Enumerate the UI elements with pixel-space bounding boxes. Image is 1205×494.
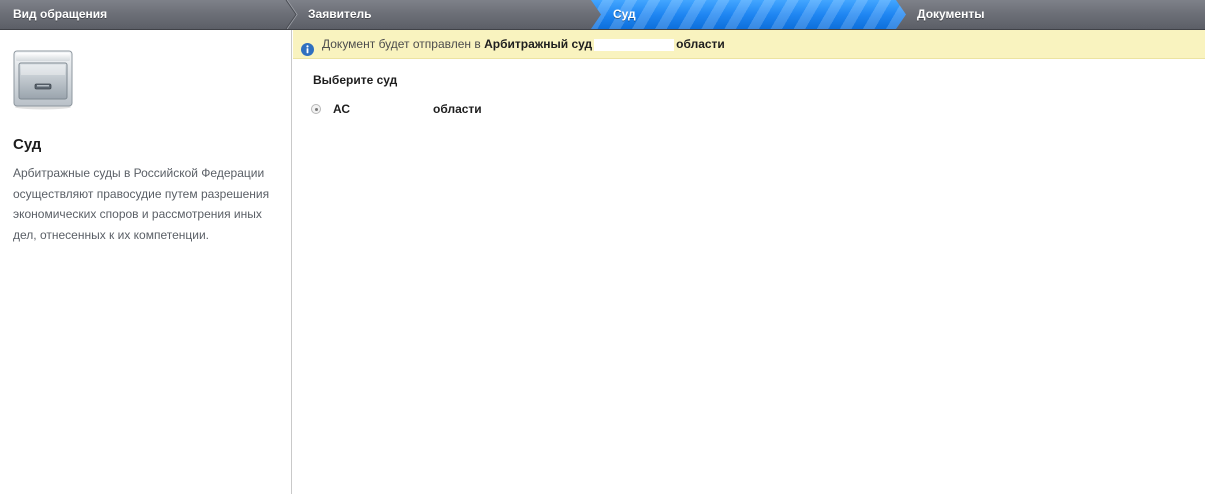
- step-label: Документы: [917, 7, 985, 21]
- step-applicant[interactable]: Заявитель: [308, 0, 578, 29]
- court-select-label: Выберите суд: [313, 73, 398, 87]
- left-info-panel: Суд Арбитражные суды в Российской Федера…: [0, 30, 292, 494]
- court-option-label-start[interactable]: АС: [333, 102, 350, 116]
- info-icon: [301, 38, 314, 56]
- info-court-prefix: Арбитражный суд: [484, 37, 593, 51]
- step-documents[interactable]: Документы: [917, 0, 1187, 29]
- info-notice-text: Документ будет отправлен в Арбитражный с…: [322, 30, 725, 59]
- radio-selected-dot: [314, 107, 318, 111]
- step-label: Вид обращения: [13, 7, 108, 21]
- step-request-type[interactable]: Вид обращения: [13, 0, 283, 29]
- main-content: Документ будет отправлен в Арбитражный с…: [293, 30, 1205, 494]
- section-title: Суд: [13, 136, 42, 153]
- court-option-label-end[interactable]: области: [433, 102, 482, 116]
- info-prefix: Документ будет отправлен в: [322, 37, 481, 51]
- info-notice-bar: Документ будет отправлен в Арбитражный с…: [293, 30, 1205, 59]
- step-label: Заявитель: [308, 7, 372, 21]
- wizard-step-bar: Вид обращения Заявитель Суд Документы: [0, 0, 1205, 30]
- step-label: Суд: [613, 7, 636, 21]
- file-cabinet-icon: [12, 48, 74, 110]
- info-court-suffix: области: [676, 37, 725, 51]
- redacted-region: [594, 38, 675, 51]
- section-description: Арбитражные суды в Российской Федерации …: [13, 166, 270, 242]
- court-radio-button[interactable]: [311, 104, 321, 114]
- step-separator-icon: [285, 0, 299, 29]
- step-court[interactable]: Суд: [613, 0, 883, 29]
